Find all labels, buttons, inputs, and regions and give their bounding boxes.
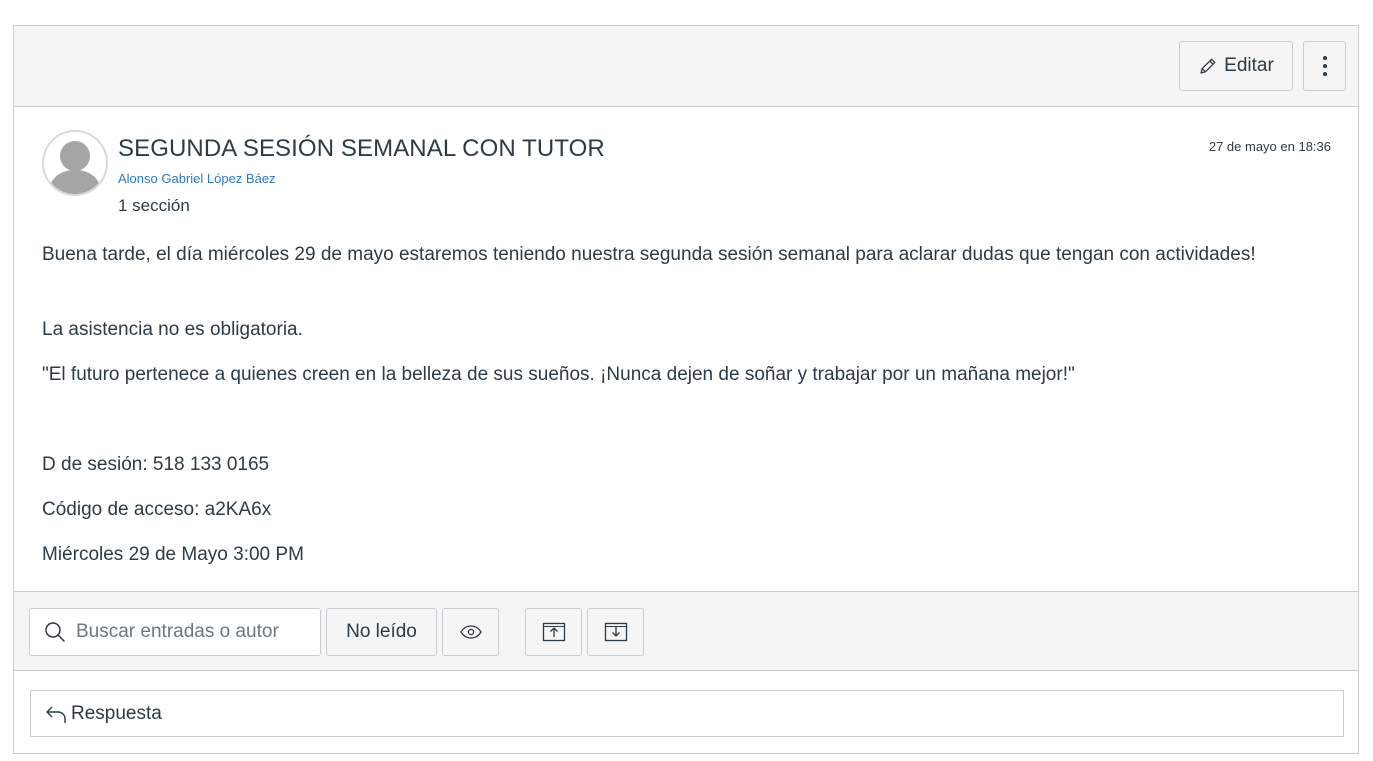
post-title: SEGUNDA SESIÓN SEMANAL CON TUTOR [118,135,605,162]
body-paragraph: Código de acceso: a2KA6x [42,499,272,520]
discussion-toolbar: No leído [14,591,1358,671]
sections-count: 1 sección [118,196,190,215]
discussion-content: SEGUNDA SESIÓN SEMANAL CON TUTOR Alonso … [14,107,1358,591]
more-options-button[interactable] [1303,41,1346,91]
collapse-threads-button[interactable] [525,608,582,656]
search-icon [44,621,66,643]
default-avatar-icon [48,141,102,194]
expand-threads-button[interactable] [587,608,644,656]
body-paragraph: Buena tarde, el día miércoles 29 de mayo… [42,244,1256,265]
edit-button-label: Editar [1224,55,1274,76]
reply-label: Respuesta [71,702,162,724]
discussion-header-bar: Editar [14,26,1358,107]
collapse-threads-icon [542,622,566,642]
search-box[interactable] [29,608,321,656]
body-paragraph: D de sesión: 518 133 0165 [42,454,270,475]
search-input[interactable] [74,620,298,644]
more-vertical-icon [1322,55,1328,77]
eye-icon [459,625,482,639]
unread-filter-button[interactable]: No leído [326,608,437,656]
edit-button[interactable]: Editar [1179,41,1293,91]
mark-read-button[interactable] [442,608,499,656]
pencil-icon [1198,56,1218,76]
body-paragraph: La asistencia no es obligatoria. [42,319,303,340]
reply-area: Respuesta [14,671,1358,753]
author-link[interactable]: Alonso Gabriel López Báez [118,171,276,186]
avatar[interactable] [42,130,108,196]
body-paragraph: Miércoles 29 de Mayo 3:00 PM [42,544,304,565]
reply-arrow-icon [45,704,67,724]
expand-threads-icon [604,622,628,642]
reply-button[interactable]: Respuesta [30,690,1344,737]
unread-filter-label: No leído [346,621,417,642]
post-date: 27 de mayo en 18:36 [1208,139,1331,154]
discussion-panel: Editar SEGUNDA SESIÓN SEMANAL CON TUTOR … [13,25,1359,754]
body-paragraph: "El futuro pertenece a quienes creen en … [42,364,1075,385]
